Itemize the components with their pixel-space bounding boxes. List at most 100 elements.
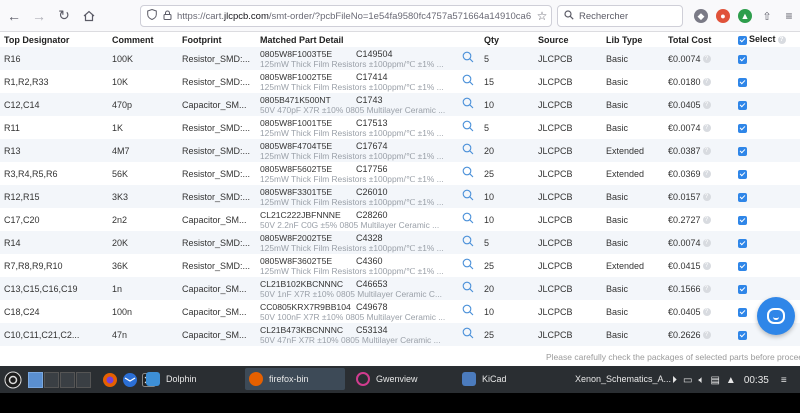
help-icon[interactable]: ? [702,170,711,179]
matched-part-cell[interactable]: 0805W8F5602T5E C17756 125mW Thick Film Res… [256,162,456,185]
tracking-shield-icon[interactable] [147,8,163,23]
help-icon[interactable]: ? [702,147,711,156]
row-select-checkbox[interactable] [738,284,747,294]
part-search-icon[interactable] [456,208,480,231]
matched-part-cell[interactable]: 0805W8F2002T5E C4328 125mW Thick Film Resi… [256,231,456,254]
comment-cell: 1K [112,122,124,133]
row-select-checkbox[interactable] [738,215,747,225]
matched-part-cell[interactable]: CL21B102KBCNNNC C46653 50V 1nF X7R ±10% 08… [256,277,456,300]
matched-part-cell[interactable]: 0805W8F1002T5E C17414 125mW Thick Film Res… [256,70,456,93]
matched-part-cell[interactable]: 0805W8F1001T5E C17513 125mW Thick Film Res… [256,116,456,139]
help-icon[interactable]: ? [702,285,711,294]
matched-part-cell[interactable]: 0805W8F1003T5E C149504 125mW Thick Film Re… [256,47,456,70]
help-icon[interactable]: ? [702,262,711,271]
desktop-3[interactable] [60,371,75,388]
help-icon[interactable]: ? [702,78,711,87]
header-footprint[interactable]: Footprint [178,32,256,47]
panel-menu-icon[interactable]: ≡ [781,375,787,386]
row-select-checkbox[interactable] [738,146,747,156]
help-icon[interactable]: ? [702,124,711,133]
part-search-icon[interactable] [456,47,480,70]
matched-part-cell[interactable]: 0805W8F3301T5E C26010 125mW Thick Film Res… [256,185,456,208]
help-icon[interactable]: ? [702,331,711,340]
header-qty[interactable]: Qty [480,32,534,47]
clock[interactable]: 00:35 [744,375,769,386]
desktop-4[interactable] [76,371,91,388]
row-select-checkbox[interactable] [738,77,747,87]
search-box[interactable]: Rechercher [557,5,683,27]
part-search-icon[interactable] [456,162,480,185]
matched-part-cell[interactable]: 0805B471K500NT C1743 50V 470pF X7R ±10% 08… [256,93,456,116]
desktop-1[interactable] [28,371,43,388]
pocket-icon[interactable]: ◆ [694,9,708,23]
part-search-icon[interactable] [456,70,480,93]
help-icon[interactable]: ? [702,101,711,110]
task-kicad[interactable]: KiCad [458,368,558,390]
help-icon[interactable]: ? [702,239,711,248]
green-extension-icon[interactable]: ▲ [738,9,752,23]
matched-part-cell[interactable]: 0805W8F4704T5E C17674 125mW Thick Film Res… [256,139,456,162]
task-firefox[interactable]: firefox-bin [245,368,345,390]
home-icon[interactable] [78,5,100,27]
row-select-checkbox[interactable] [738,169,747,179]
header-designator[interactable]: Top Designator [0,32,108,47]
part-search-icon[interactable] [456,277,480,300]
header-matched-part[interactable]: Matched Part Detail [256,32,456,47]
task-dolphin[interactable]: Dolphin [142,368,237,390]
part-search-icon[interactable] [456,116,480,139]
task-xenon-schematics[interactable]: Xenon_Schematics_A... [565,368,671,390]
header-source[interactable]: Source [534,32,602,47]
media-play-icon[interactable]: ⏵ [672,375,677,386]
firefox-launcher-icon[interactable] [102,370,118,390]
back-icon[interactable]: ← [3,5,25,27]
matched-part-cell[interactable]: CC0805KRX7R9BB104 C49678 50V 100nF X7R ±10… [256,300,456,323]
help-icon[interactable]: ? [702,55,711,64]
row-select-checkbox[interactable] [738,307,747,317]
help-icon[interactable]: ? [702,216,711,225]
part-search-icon[interactable] [456,93,480,116]
help-icon[interactable]: ? [702,308,711,317]
help-icon[interactable]: ? [777,36,786,45]
menu-icon[interactable]: ≡ [782,9,796,23]
part-search-icon[interactable] [456,139,480,162]
url-bar[interactable]: https://cart.jlcpcb.com/smt-order/?pcbFi… [140,5,552,27]
row-select-checkbox[interactable] [738,330,747,340]
comment-cell: 10K [112,76,129,87]
row-select-checkbox[interactable] [738,54,747,64]
share-icon[interactable]: ⇧ [760,9,774,23]
row-select-checkbox[interactable] [738,261,747,271]
part-search-icon[interactable] [456,323,480,346]
matched-part-cell[interactable]: 0805W8F3602T5E C4360 125mW Thick Film Resi… [256,254,456,277]
part-search-icon[interactable] [456,185,480,208]
header-comment[interactable]: Comment [108,32,178,47]
header-lib-type[interactable]: Lib Type [602,32,664,47]
volume-icon[interactable]: 🔈︎ [698,375,704,386]
chat-support-button[interactable] [757,297,795,335]
virtual-desktop-pager[interactable] [28,371,92,388]
tray-expand-icon[interactable]: ▲ [726,375,736,386]
select-all-checkbox[interactable] [738,35,747,45]
desktop-2[interactable] [44,371,59,388]
reload-icon[interactable]: ↻ [53,5,75,27]
forward-icon[interactable]: → [28,5,50,27]
matched-part-cell[interactable]: CL21B473KBCNNNC C53134 50V 47nF X7R ±10% 0… [256,323,456,346]
row-select-checkbox[interactable] [738,238,747,248]
task-gwenview[interactable]: Gwenview [352,368,452,390]
bookmark-star-icon[interactable]: ☆ [533,9,551,23]
header-total-cost[interactable]: Total Cost [664,32,734,47]
row-select-checkbox[interactable] [738,123,747,133]
matched-part-cell[interactable]: CL21C222JBFNNNE C28260 50V 2.2nF C0G ±5% 0… [256,208,456,231]
app-launcher-icon[interactable] [4,370,22,390]
network-icon[interactable]: ▭ [683,375,692,386]
row-select-checkbox[interactable] [738,192,747,202]
ublock-extension-icon[interactable]: ● [716,9,730,23]
total-cost-value: €0.0387 [668,145,701,156]
lock-icon[interactable] [163,10,177,23]
row-select-checkbox[interactable] [738,100,747,110]
part-search-icon[interactable] [456,254,480,277]
part-search-icon[interactable] [456,300,480,323]
part-search-icon[interactable] [456,231,480,254]
clipboard-icon[interactable]: ▤ [710,375,719,386]
help-icon[interactable]: ? [702,193,711,202]
thunderbird-launcher-icon[interactable] [122,370,138,390]
